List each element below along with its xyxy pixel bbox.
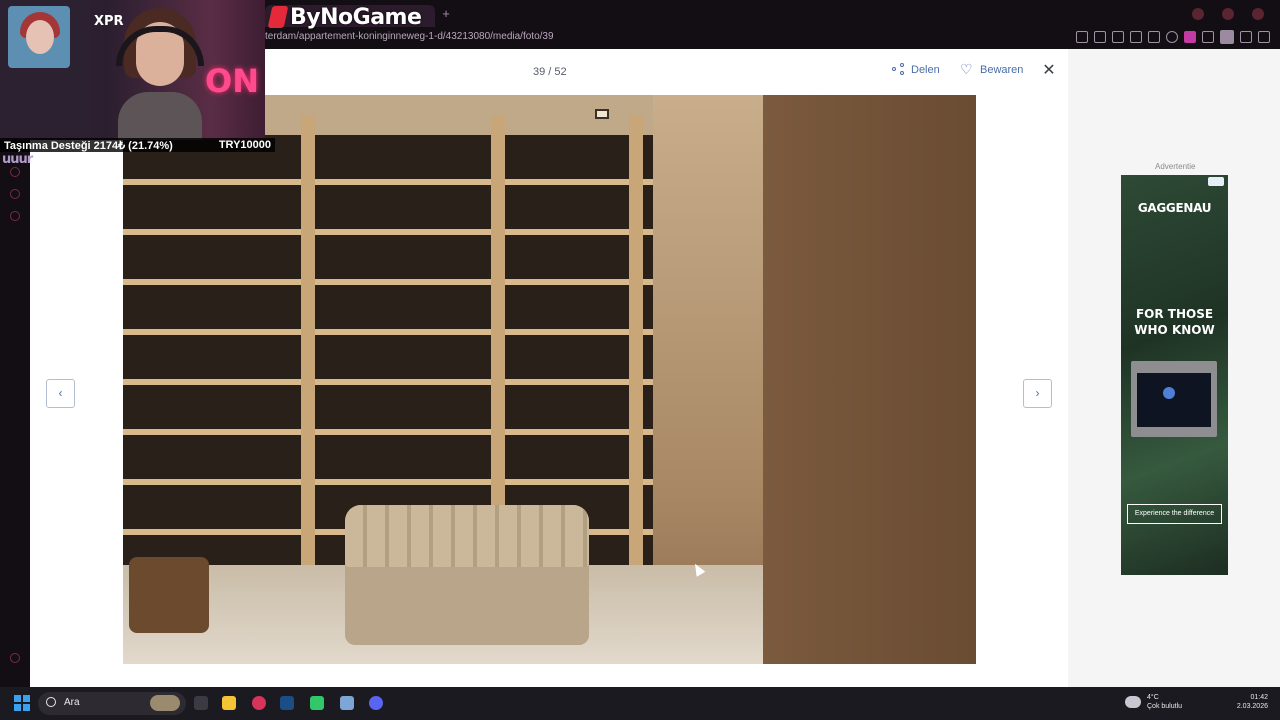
heart-outline-icon[interactable] [1166,31,1178,43]
sidebar-icon-2[interactable] [10,189,20,199]
listing-photo [123,95,976,664]
new-tab-button[interactable]: + [439,7,453,21]
heart-icon: ♡ [960,61,973,77]
save-label: Bewaren [980,63,1024,76]
menu-icon[interactable] [1258,31,1270,43]
ad-choices-icon[interactable] [1208,177,1224,186]
brand-name: ByNoGame [290,4,422,30]
search-icon [46,697,56,707]
bookmark-icon[interactable] [1076,31,1088,43]
sidebar-icon-1[interactable] [10,167,20,177]
file-explorer-icon[interactable] [222,696,236,710]
advertisement[interactable]: GAGGENAU FOR THOSE WHO KNOW Experience t… [1121,175,1228,575]
search-highlight-image [150,695,180,711]
discord-icon[interactable] [369,696,383,710]
chevron-right-icon: › [1035,386,1040,400]
profile-avatar[interactable] [1220,30,1234,44]
opera-gx-icon[interactable] [252,696,266,710]
weather-desc: Çok bulutlu [1147,703,1183,710]
extension-pink-icon[interactable] [1184,31,1196,43]
taskbar-search[interactable]: Ara [38,692,186,715]
search-label: Ara [64,697,80,708]
cloud-icon [1125,696,1141,708]
chevron-left-icon: ‹ [58,386,63,400]
weather-widget[interactable]: 4°C Çok bulutlu [1125,693,1182,711]
sidebar-icon-4[interactable] [10,653,20,663]
clock[interactable]: 01:42 2.03.2026 [1226,693,1268,711]
sidebar-icon-3[interactable] [10,211,20,221]
next-photo-button[interactable]: › [1023,379,1052,408]
ad-tagline: FOR THOSE WHO KNOW [1134,307,1215,337]
windows-start-icon[interactable] [14,695,30,711]
clock-time: 01:42 [1250,694,1268,701]
ceiling-light [595,109,609,119]
translate-icon[interactable] [1130,31,1142,43]
steam-icon[interactable] [280,696,294,710]
address-bar[interactable]: terdam/appartement-koninginneweg-1-d/432… [265,31,554,42]
webcam-overlay: XPR ON [0,0,265,140]
share-button[interactable]: Delen [892,63,940,76]
app-blue-icon[interactable] [340,696,354,710]
share-label: Delen [911,63,940,76]
ad-brand: GAGGENAU [1137,201,1212,215]
previous-photo-button[interactable]: ‹ [46,379,75,408]
anime-poster [8,6,70,68]
taskbar [0,687,1280,720]
minimize-button[interactable] [1192,8,1204,20]
browser-extension-icons [1076,30,1270,44]
download-icon[interactable] [1240,31,1252,43]
photo-counter: 39 / 52 [533,66,567,78]
shield-icon[interactable] [1112,31,1124,43]
screen: + ByNoGame terdam/appartement-koninginne… [0,0,1280,720]
neon-sign: ON [205,62,259,100]
weather-temp: 4°C [1147,694,1159,701]
extensions-icon[interactable] [1202,31,1214,43]
save-button[interactable]: ♡ Bewaren [960,61,1024,77]
glossy-door [763,95,976,664]
maximize-button[interactable] [1222,8,1234,20]
donation-goal-bar: Taşınma Desteği 2174₺ (21.74%) TRY10000 [0,138,275,152]
handbag [129,557,209,633]
donation-label: Taşınma Desteği 2174₺ (21.74%) [4,139,173,152]
screenshot-icon[interactable] [1094,31,1106,43]
window-close-button[interactable] [1252,8,1264,20]
app-green-icon[interactable] [310,696,324,710]
task-view-icon[interactable] [194,696,208,710]
clock-date: 2.03.2026 [1236,703,1268,710]
share-icon [892,63,905,76]
ottoman [345,505,589,645]
brand-logo-icon [267,6,289,28]
channel-mark: uuur [2,152,33,167]
ad-cta-button[interactable]: Experience the difference [1127,504,1222,524]
oven-image [1131,361,1217,437]
donation-goal: TRY10000 [218,139,271,151]
window-controls [1192,8,1264,20]
close-icon[interactable]: ✕ [1042,63,1056,79]
ad-label: Advertentie [1155,162,1196,171]
play-icon[interactable] [1148,31,1160,43]
stream-brand-overlay: ByNoGame [267,3,422,31]
